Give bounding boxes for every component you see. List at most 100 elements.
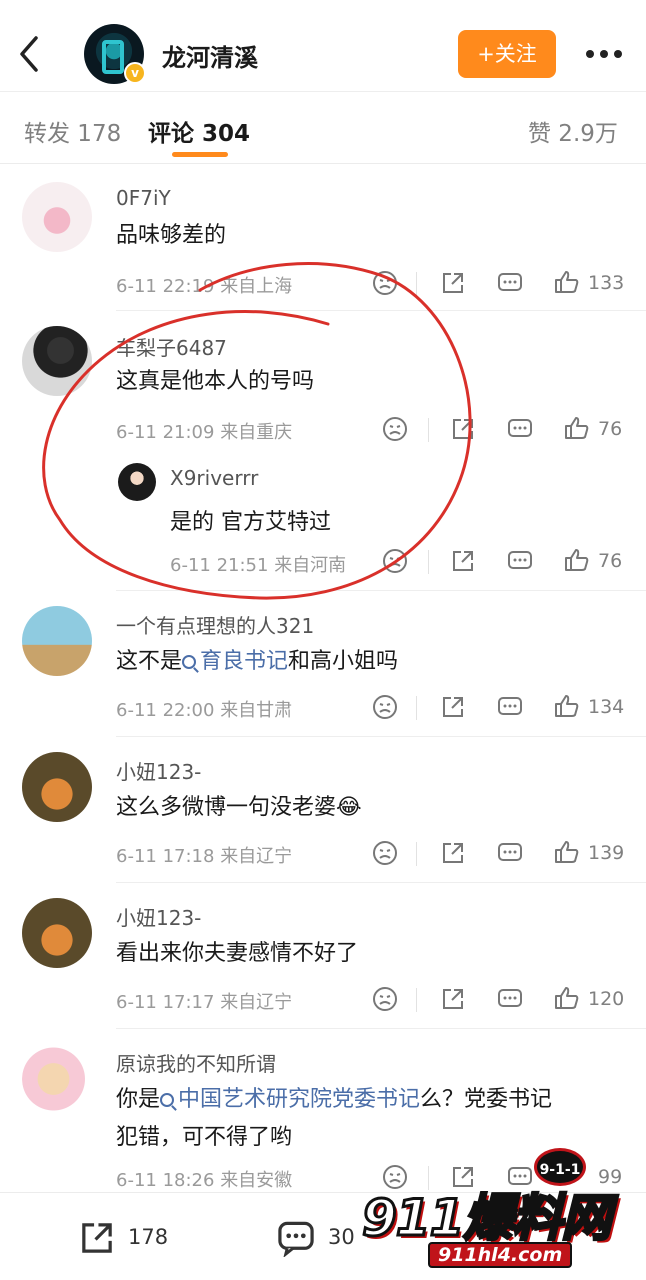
comment-username[interactable]: 小妞123-	[116, 902, 201, 931]
dislike-icon[interactable]	[382, 548, 408, 574]
comment-time: 6-11 18:26	[116, 1170, 215, 1191]
user-avatar[interactable]	[22, 1044, 92, 1114]
comment-location: 来自安徽	[220, 1170, 293, 1191]
tab-repost[interactable]: 转发 178	[24, 114, 121, 148]
share-icon[interactable]	[440, 840, 466, 866]
like-icon[interactable]	[554, 693, 580, 719]
like-icon[interactable]	[554, 269, 580, 295]
comment-text-part: 你是	[116, 1087, 161, 1112]
like-count: 76	[598, 418, 623, 440]
comment-divider	[116, 736, 646, 737]
user-avatar[interactable]	[22, 752, 92, 822]
like-count: 76	[598, 550, 623, 572]
top-header: v 龙河清溪 +关注	[0, 0, 646, 92]
comment-username[interactable]: 小妞123-	[116, 756, 201, 785]
topic-link-label: 中国艺术研究院党委书记	[178, 1087, 421, 1112]
reply-icon[interactable]	[507, 416, 533, 442]
action-divider	[428, 418, 429, 442]
account-name[interactable]: 龙河清溪	[162, 38, 258, 73]
comment-text-part: 这不是	[116, 649, 183, 674]
like-count: 133	[588, 272, 625, 294]
comment-meta: 6-11 17:18 来自辽宁	[116, 842, 292, 868]
comment-text: 看出来你夫妻感情不好了	[116, 941, 359, 966]
comment-text: 品味够差的	[116, 223, 227, 248]
reply-icon[interactable]	[497, 986, 523, 1012]
comment-username[interactable]: 一个有点理想的人321	[116, 610, 314, 639]
reply-icon[interactable]	[507, 548, 533, 574]
comment-location: 来自上海	[220, 276, 293, 297]
reply-meta: 6-11 21:51 来自河南	[170, 551, 346, 577]
comment-divider	[116, 1028, 646, 1029]
reply-icon[interactable]	[497, 840, 523, 866]
reply-username[interactable]: X9riverrr	[170, 466, 258, 490]
follow-button[interactable]: +关注	[458, 30, 556, 78]
active-tab-indicator	[172, 152, 228, 157]
comment-location: 来自重庆	[220, 422, 293, 443]
dislike-icon[interactable]	[372, 840, 398, 866]
comment-meta: 6-11 22:19 来自上海	[116, 272, 292, 298]
topic-link-label: 育良书记	[200, 649, 289, 674]
action-divider	[416, 696, 417, 720]
comment-meta: 6-11 22:00 来自甘肃	[116, 696, 292, 722]
share-icon[interactable]	[450, 548, 476, 574]
tab-likes[interactable]: 赞 2.9万	[528, 114, 618, 148]
share-icon[interactable]	[78, 1219, 116, 1257]
reply-avatar[interactable]	[118, 463, 156, 501]
comment-count[interactable]: 30	[328, 1225, 355, 1249]
share-icon[interactable]	[440, 694, 466, 720]
watermark-logo: 9-1-1 911爆料网 911hl4.com	[358, 1148, 642, 1274]
repost-count[interactable]: 178	[128, 1225, 168, 1249]
comment-meta: 6-11 21:09 来自重庆	[116, 418, 292, 444]
user-avatar[interactable]	[22, 182, 92, 252]
verified-badge-icon: v	[124, 62, 146, 84]
comment-time: 6-11 22:00	[116, 700, 215, 721]
like-count: 139	[588, 842, 625, 864]
comment-location: 来自辽宁	[220, 846, 293, 867]
share-icon[interactable]	[440, 986, 466, 1012]
dislike-icon[interactable]	[372, 694, 398, 720]
reply-icon[interactable]	[497, 694, 523, 720]
user-avatar[interactable]	[22, 898, 92, 968]
action-divider	[416, 842, 417, 866]
dislike-icon[interactable]	[382, 416, 408, 442]
comment-time: 6-11 21:09	[116, 422, 215, 443]
user-avatar[interactable]	[22, 326, 92, 396]
like-count: 134	[588, 696, 625, 718]
comment-text-part: 么？党委书记	[420, 1087, 553, 1112]
dislike-icon[interactable]	[372, 986, 398, 1012]
comment-text-part: 和高小姐吗	[288, 649, 399, 674]
action-divider	[416, 988, 417, 1012]
comment-icon[interactable]	[276, 1219, 316, 1257]
search-icon	[160, 1093, 175, 1107]
reply-icon[interactable]	[497, 270, 523, 296]
comment-text: 这不是 育良书记和高小姐吗	[116, 644, 398, 680]
reply-location: 来自河南	[274, 555, 347, 576]
comment-time: 6-11 17:17	[116, 992, 215, 1013]
watermark-url: 911hl4.com	[428, 1242, 573, 1268]
like-icon[interactable]	[564, 547, 590, 573]
like-icon[interactable]	[554, 839, 580, 865]
back-arrow-icon[interactable]	[16, 34, 44, 74]
comment-username[interactable]: 车梨子6487	[116, 332, 227, 361]
topic-link[interactable]: 育良书记	[182, 649, 288, 674]
user-avatar[interactable]	[22, 606, 92, 676]
comment-divider	[116, 310, 646, 311]
like-count: 120	[588, 988, 625, 1010]
comment-username[interactable]: 原谅我的不知所谓	[116, 1048, 276, 1077]
tab-bar: 转发 178 评论 304 赞 2.9万	[0, 92, 646, 164]
topic-link[interactable]: 中国艺术研究院党委书记	[160, 1087, 420, 1112]
comment-location: 来自辽宁	[220, 992, 293, 1013]
comment-text-line2: 犯错，可不得了哟	[116, 1125, 293, 1150]
comment-username[interactable]: 0F7iY	[116, 186, 171, 210]
tab-comments[interactable]: 评论 304	[148, 114, 250, 148]
dislike-icon[interactable]	[372, 270, 398, 296]
share-icon[interactable]	[450, 416, 476, 442]
more-options-icon[interactable]	[584, 44, 624, 64]
comment-divider	[116, 882, 646, 883]
search-icon	[182, 655, 197, 669]
like-icon[interactable]	[554, 985, 580, 1011]
share-icon[interactable]	[440, 270, 466, 296]
like-icon[interactable]	[564, 415, 590, 441]
reply-time: 6-11 21:51	[170, 555, 269, 576]
comment-text: 你是 中国艺术研究院党委书记么？党委书记	[116, 1082, 552, 1118]
